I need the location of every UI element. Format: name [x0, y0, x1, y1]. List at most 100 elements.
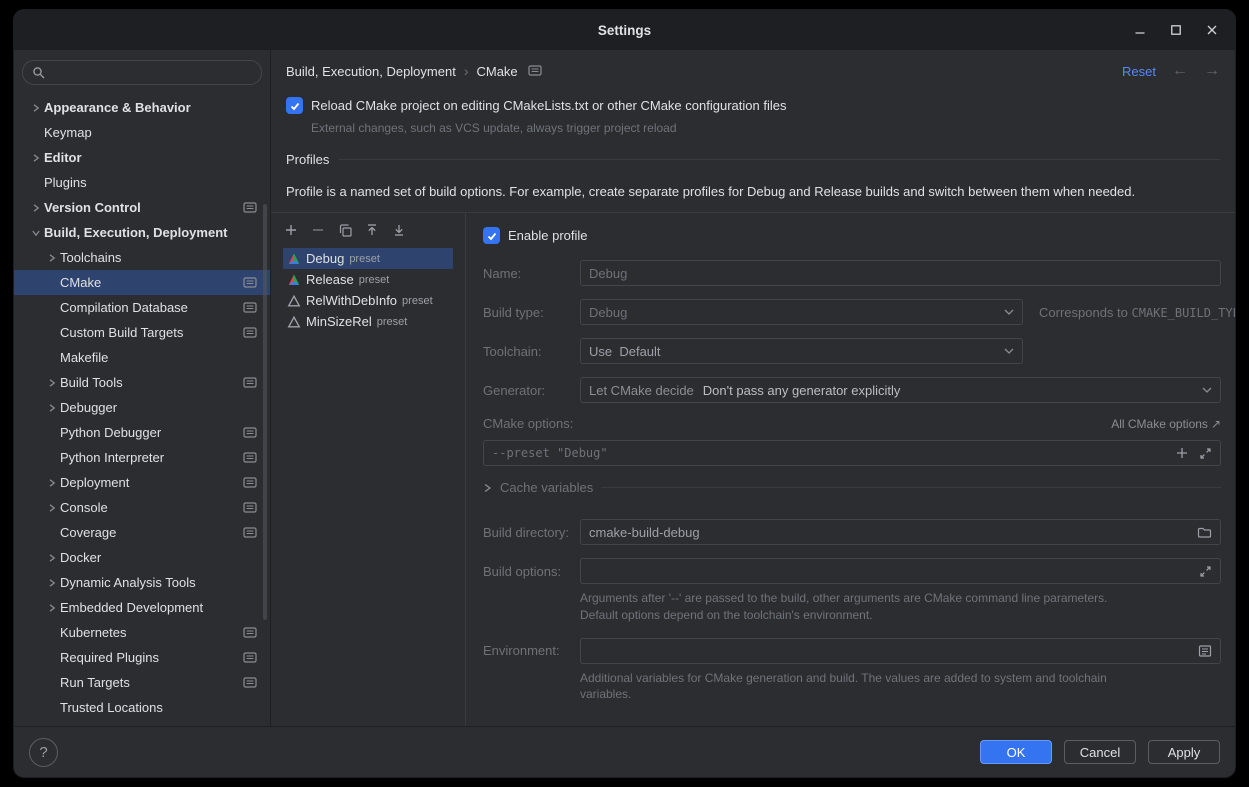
- chevron-right-icon[interactable]: [44, 578, 60, 588]
- remove-profile-button[interactable]: [310, 222, 326, 238]
- environment-variables-icon[interactable]: [1198, 644, 1212, 658]
- name-label: Name:: [483, 266, 580, 281]
- chevron-right-icon[interactable]: [44, 253, 60, 263]
- chevron-right-icon[interactable]: [44, 403, 60, 413]
- settings-search-box[interactable]: [22, 60, 262, 85]
- sidebar-item-cmake[interactable]: CMake: [14, 270, 270, 295]
- chevron-right-icon[interactable]: [28, 153, 44, 163]
- sidebar-item-run-targets[interactable]: Run Targets: [14, 670, 270, 695]
- cancel-button[interactable]: Cancel: [1064, 740, 1136, 764]
- add-profile-button[interactable]: [283, 222, 299, 238]
- sidebar-item-plugins[interactable]: Plugins: [14, 170, 270, 195]
- profile-item-relwithdebinfo[interactable]: RelWithDebInfopreset: [283, 290, 453, 311]
- chevron-right-icon[interactable]: [44, 553, 60, 563]
- sidebar-item-custom-build-targets[interactable]: Custom Build Targets: [14, 320, 270, 345]
- move-up-button[interactable]: [364, 222, 380, 238]
- sidebar-item-python-interpreter[interactable]: Python Interpreter: [14, 445, 270, 470]
- sidebar-item-required-plugins[interactable]: Required Plugins: [14, 645, 270, 670]
- environment-input[interactable]: [580, 638, 1221, 664]
- toolchain-select[interactable]: Use Default: [580, 338, 1023, 364]
- editor-hint-icon: [243, 302, 258, 314]
- editor-hint-icon: [243, 502, 258, 514]
- cache-variables-toggle[interactable]: Cache variables: [483, 480, 1221, 495]
- sidebar-item-python-debugger[interactable]: Python Debugger: [14, 420, 270, 445]
- back-arrow-icon[interactable]: ←: [1172, 63, 1188, 79]
- chevron-right-icon[interactable]: [44, 503, 60, 513]
- close-icon[interactable]: [1205, 23, 1219, 37]
- sidebar-item-trusted-locations[interactable]: Trusted Locations: [14, 695, 270, 720]
- reload-cmake-checkbox[interactable]: [286, 97, 303, 114]
- chevron-right-icon[interactable]: [28, 103, 44, 113]
- folder-icon[interactable]: [1197, 526, 1212, 539]
- chevron-right-icon[interactable]: [44, 603, 60, 613]
- build-options-icons: [1199, 565, 1212, 578]
- build-options-input[interactable]: [580, 558, 1221, 584]
- sidebar-item-label: Embedded Development: [60, 600, 203, 615]
- editor-hint-icon: [243, 627, 258, 639]
- generator-select[interactable]: Let CMake decide Don't pass any generato…: [580, 377, 1221, 403]
- add-option-icon[interactable]: [1176, 447, 1188, 459]
- expand-field-icon[interactable]: [1199, 565, 1212, 578]
- expand-field-icon[interactable]: [1199, 447, 1212, 460]
- sidebar-item-build-execution-deployment[interactable]: Build, Execution, Deployment: [14, 220, 270, 245]
- sidebar-item-appearance-behavior[interactable]: Appearance & Behavior: [14, 95, 270, 120]
- sidebar-item-console[interactable]: Console: [14, 495, 270, 520]
- ok-button[interactable]: OK: [980, 740, 1052, 764]
- help-button[interactable]: ?: [29, 738, 58, 767]
- toolchain-value: Use Default: [589, 344, 661, 359]
- sidebar-item-label: Build, Execution, Deployment: [44, 225, 227, 240]
- profile-item-release[interactable]: Release preset: [283, 269, 453, 290]
- sidebar-item-coverage[interactable]: Coverage: [14, 520, 270, 545]
- sidebar-item-docker[interactable]: Docker: [14, 545, 270, 570]
- sidebar-item-label: Python Debugger: [60, 425, 161, 440]
- sidebar-item-deployment[interactable]: Deployment: [14, 470, 270, 495]
- forward-arrow-icon[interactable]: →: [1204, 63, 1220, 79]
- settings-window: Settings Appearance & BehaviorKeymapEdit…: [14, 10, 1235, 777]
- environment-label: Environment:: [483, 643, 580, 658]
- profile-suffix: preset: [359, 274, 390, 286]
- sidebar-item-keymap[interactable]: Keymap: [14, 120, 270, 145]
- chevron-right-icon[interactable]: [44, 478, 60, 488]
- sidebar-item-build-tools[interactable]: Build Tools: [14, 370, 270, 395]
- sidebar-item-label: Toolchains: [60, 250, 121, 265]
- profile-item-minsizerel[interactable]: MinSizeRelpreset: [283, 311, 453, 332]
- sidebar-item-debugger[interactable]: Debugger: [14, 395, 270, 420]
- maximize-icon[interactable]: [1169, 23, 1183, 37]
- sidebar-item-toolchains[interactable]: Toolchains: [14, 245, 270, 270]
- sidebar-scrollbar[interactable]: [263, 204, 267, 620]
- sidebar-item-dynamic-analysis-tools[interactable]: Dynamic Analysis Tools: [14, 570, 270, 595]
- minimize-icon[interactable]: [1133, 23, 1147, 37]
- reset-button[interactable]: Reset: [1122, 64, 1156, 79]
- name-input[interactable]: Debug: [580, 260, 1221, 286]
- sidebar-item-version-control[interactable]: Version Control: [14, 195, 270, 220]
- generator-value: Let CMake decide: [589, 383, 694, 398]
- apply-button[interactable]: Apply: [1148, 740, 1220, 764]
- editor-hint-icon: [243, 277, 258, 289]
- profile-name: Release: [306, 272, 354, 287]
- move-down-button[interactable]: [391, 222, 407, 238]
- chevron-down-icon[interactable]: [28, 228, 44, 238]
- external-link-icon: ↗: [1211, 417, 1221, 431]
- search-input[interactable]: [51, 64, 252, 81]
- sidebar-item-compilation-database[interactable]: Compilation Database: [14, 295, 270, 320]
- build-directory-input[interactable]: cmake-build-debug: [580, 519, 1221, 545]
- breadcrumb-item[interactable]: Build, Execution, Deployment: [286, 64, 456, 79]
- enable-profile-checkbox[interactable]: [483, 227, 500, 244]
- sidebar-item-label: Dynamic Analysis Tools: [60, 575, 196, 590]
- chevron-right-icon[interactable]: [44, 378, 60, 388]
- chevron-down-icon: [996, 348, 1014, 354]
- all-cmake-options-link[interactable]: All CMake options↗: [1111, 417, 1221, 431]
- sidebar-item-makefile[interactable]: Makefile: [14, 345, 270, 370]
- sidebar-item-embedded-development[interactable]: Embedded Development: [14, 595, 270, 620]
- cmake-options-field-icons: [1176, 447, 1212, 460]
- reload-cmake-label: Reload CMake project on editing CMakeLis…: [311, 98, 786, 113]
- build-type-select[interactable]: Debug: [580, 299, 1023, 325]
- cmake-options-input[interactable]: --preset "Debug": [483, 440, 1221, 466]
- copy-profile-button[interactable]: [337, 222, 353, 238]
- settings-tree: Appearance & BehaviorKeymapEditorPlugins…: [14, 95, 270, 726]
- sidebar-item-editor[interactable]: Editor: [14, 145, 270, 170]
- sidebar-item-kubernetes[interactable]: Kubernetes: [14, 620, 270, 645]
- chevron-right-icon[interactable]: [28, 203, 44, 213]
- editor-hint-icon: [243, 452, 258, 464]
- profile-item-debug[interactable]: Debugpreset: [283, 248, 453, 269]
